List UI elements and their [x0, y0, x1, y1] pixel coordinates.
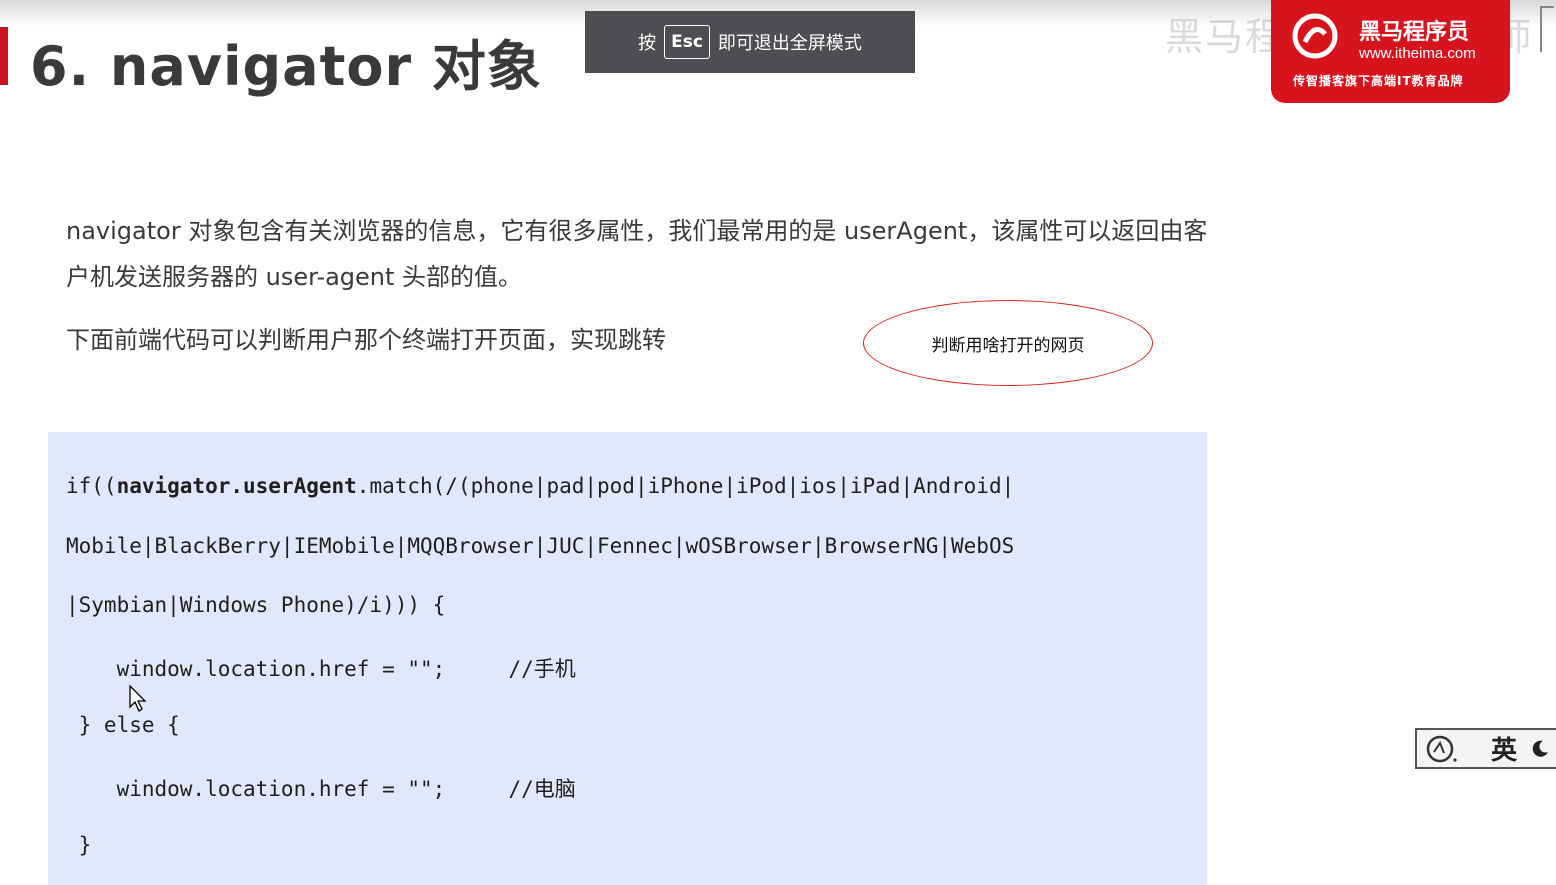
code-line-6: window.location.href = ""; //电脑 — [66, 777, 576, 801]
ime-status-bar[interactable]: 英 — [1415, 728, 1556, 769]
code-line-7: } — [66, 833, 92, 857]
annotation-text: 判断用啥打开的网页 — [931, 335, 1085, 356]
code-line-5: } else { — [66, 713, 180, 737]
description-line-3: 下面前端代码可以判断用户那个终端打开页面，实现跳转 — [66, 326, 666, 354]
code-line-3: |Symbian|Windows Phone)/i))) { — [66, 593, 446, 617]
brand-name: 黑马程序员 — [1359, 20, 1470, 45]
code-token-bold: navigator.userAgent — [116, 474, 357, 498]
description-line-2: 户机发送服务器的 user-agent 头部的值。 — [66, 263, 523, 291]
ime-language-toggle[interactable]: 英 — [1491, 730, 1517, 767]
mouse-cursor-icon — [129, 685, 147, 712]
title-accent-bar — [0, 27, 8, 85]
hint-suffix: 即可退出全屏模式 — [717, 33, 862, 54]
window-edge-marker — [1540, 6, 1554, 52]
brand-mark-icon — [1292, 13, 1338, 59]
code-token: .match(/(phone|pad|pod|iPhone|iPod|ios|i… — [356, 474, 1015, 498]
ime-logo-icon — [1426, 735, 1457, 762]
moon-icon[interactable] — [1531, 740, 1549, 758]
brand-slogan: 传智播客旗下高端IT教育品牌 — [1293, 74, 1464, 88]
brand-url: www.itheima.com — [1359, 45, 1476, 62]
code-token: if(( — [66, 474, 117, 498]
code-line-1: if((navigator.userAgent.match(/(phone|pa… — [66, 474, 1014, 498]
code-line-4: window.location.href = ""; //手机 — [66, 657, 576, 681]
slide-title: 6. navigator 对象 — [30, 35, 542, 98]
description-line-1: navigator 对象包含有关浏览器的信息，它有很多属性，我们最常用的是 us… — [66, 217, 1208, 245]
fullscreen-exit-hint: 按 Esc 即可退出全屏模式 — [585, 11, 915, 73]
annotation-ellipse: 判断用啥打开的网页 — [863, 300, 1153, 386]
brand-logo: 黑马程序员 www.itheima.com 传智播客旗下高端IT教育品牌 — [1271, 0, 1510, 103]
esc-key-badge: Esc — [664, 25, 710, 59]
code-line-2: Mobile|BlackBerry|IEMobile|MQQBrowser|JU… — [66, 534, 1015, 558]
hint-prefix: 按 — [638, 33, 657, 54]
code-block: if((navigator.userAgent.match(/(phone|pa… — [48, 432, 1207, 885]
